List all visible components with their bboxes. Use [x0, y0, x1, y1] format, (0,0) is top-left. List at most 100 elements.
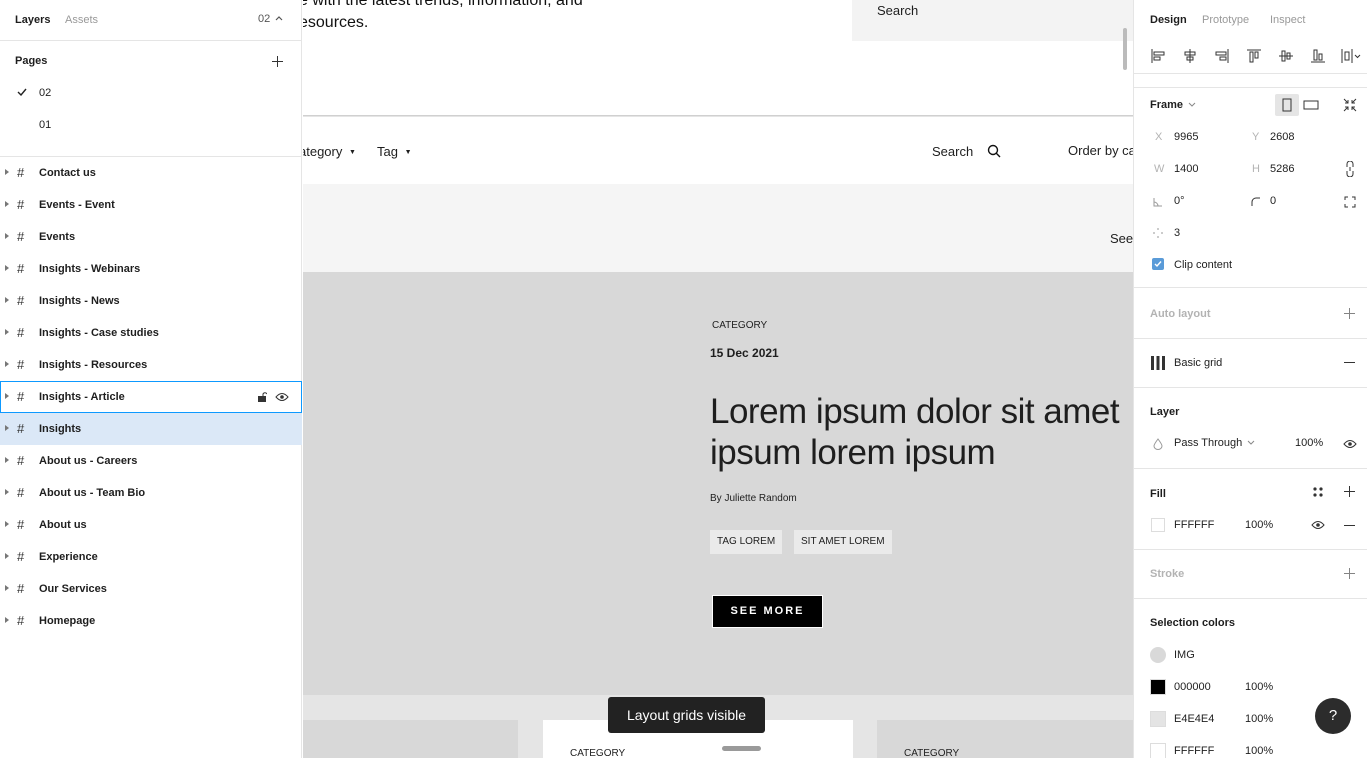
layer-item[interactable]: # Events	[0, 221, 302, 253]
expand-arrow-icon[interactable]	[5, 553, 9, 559]
canvas[interactable]: e with the latest trends, information, a…	[303, 0, 1133, 758]
layer-item[interactable]: # Insights - Article	[0, 381, 302, 413]
expand-arrow-icon[interactable]	[5, 521, 9, 527]
add-fill-icon[interactable]	[1344, 486, 1355, 497]
align-right-icon[interactable]	[1214, 48, 1230, 64]
layer-item[interactable]: # About us - Careers	[0, 445, 302, 477]
eye-icon[interactable]	[1311, 520, 1325, 530]
expand-arrow-icon[interactable]	[5, 457, 9, 463]
radius-field[interactable]: 0	[1270, 195, 1276, 207]
eye-icon[interactable]	[275, 392, 289, 402]
align-left-icon[interactable]	[1150, 48, 1166, 64]
align-horizontal-center-icon[interactable]	[1182, 48, 1198, 64]
tag-chip[interactable]: SIT AMET LOREM	[794, 530, 892, 554]
landscape-icon[interactable]	[1303, 99, 1319, 111]
align-top-icon[interactable]	[1246, 48, 1262, 64]
help-button[interactable]: ?	[1315, 698, 1351, 734]
image-swatch[interactable]	[1150, 647, 1166, 663]
color-swatch[interactable]	[1150, 743, 1166, 758]
expand-arrow-icon[interactable]	[5, 169, 9, 175]
remove-grid-icon[interactable]	[1344, 362, 1355, 363]
filter-category[interactable]: ategory ▼	[303, 144, 356, 159]
filter-search[interactable]: Search	[932, 144, 1001, 159]
layer-item[interactable]: # About us	[0, 509, 302, 541]
see-more-button[interactable]: SEE MORE	[712, 595, 823, 628]
layer-item[interactable]: # Our Services	[0, 573, 302, 605]
page-item-01[interactable]: 01	[0, 109, 302, 141]
expand-arrow-icon[interactable]	[5, 297, 9, 303]
frame-selector[interactable]: Frame	[1150, 99, 1196, 111]
w-field[interactable]: 1400	[1174, 163, 1198, 175]
color-swatch[interactable]	[1150, 679, 1166, 695]
canvas-scrollbar[interactable]	[1123, 28, 1127, 70]
tab-layers[interactable]: Layers	[15, 14, 50, 26]
expand-arrow-icon[interactable]	[5, 329, 9, 335]
expand-arrow-icon[interactable]	[5, 617, 9, 623]
layer-item[interactable]: # Insights - Case studies	[0, 317, 302, 349]
selection-color-row[interactable]: 000000 100%	[1134, 679, 1367, 699]
tab-assets[interactable]: Assets	[65, 14, 98, 26]
tab-prototype[interactable]: Prototype	[1202, 14, 1249, 26]
clip-content-checkbox[interactable]	[1152, 258, 1164, 270]
expand-arrow-icon[interactable]	[5, 201, 9, 207]
collapse-icon[interactable]	[1343, 98, 1357, 112]
expand-arrow-icon[interactable]	[5, 233, 9, 239]
layer-opacity-field[interactable]: 100%	[1295, 437, 1323, 449]
layer-item[interactable]: # Insights - News	[0, 285, 302, 317]
current-page-selector[interactable]: 02	[258, 13, 283, 25]
selection-color-row[interactable]: IMG	[1134, 647, 1367, 667]
corner-smoothing-field[interactable]: 3	[1174, 227, 1180, 239]
tag-chip[interactable]: TAG LOREM	[710, 530, 783, 554]
constrain-proportions-icon[interactable]	[1345, 161, 1355, 177]
style-grid-icon[interactable]	[1312, 486, 1324, 498]
filter-tag[interactable]: Tag ▼	[377, 144, 412, 159]
layer-item[interactable]: # Insights - Webinars	[0, 253, 302, 285]
expand-arrow-icon[interactable]	[5, 361, 9, 367]
y-field[interactable]: 2608	[1270, 131, 1294, 143]
color-swatch[interactable]	[1150, 711, 1166, 727]
h-field[interactable]: 5286	[1270, 163, 1294, 175]
distribute-icon[interactable]	[1340, 48, 1362, 64]
selection-color-row[interactable]: FFFFFF 100%	[1134, 743, 1367, 758]
portrait-toggle[interactable]	[1275, 94, 1299, 116]
basic-grid-label[interactable]: Basic grid	[1174, 357, 1222, 369]
order-by[interactable]: Order by ca	[1068, 143, 1133, 158]
grid-icon[interactable]	[1150, 355, 1166, 371]
expand-arrow-icon[interactable]	[5, 425, 9, 431]
align-vertical-center-icon[interactable]	[1278, 48, 1294, 64]
add-page-icon[interactable]	[272, 56, 283, 67]
selection-color-opacity[interactable]: 100%	[1245, 681, 1273, 693]
fill-opacity-field[interactable]: 100%	[1245, 519, 1273, 531]
remove-fill-icon[interactable]	[1344, 525, 1355, 526]
independent-corners-icon[interactable]	[1344, 196, 1356, 208]
add-auto-layout-icon[interactable]	[1344, 308, 1355, 319]
rotation-field[interactable]: 0°	[1174, 195, 1185, 207]
layer-item[interactable]: # Homepage	[0, 605, 302, 637]
layer-item[interactable]: # Insights	[0, 413, 302, 445]
blend-mode-select[interactable]: Pass Through	[1174, 437, 1255, 449]
layer-item[interactable]: # Experience	[0, 541, 302, 573]
layer-item[interactable]: # About us - Team Bio	[0, 477, 302, 509]
selection-color-opacity[interactable]: 100%	[1245, 745, 1273, 757]
tab-inspect[interactable]: Inspect	[1270, 14, 1305, 26]
layer-item[interactable]: # Events - Event	[0, 189, 302, 221]
selection-color-opacity[interactable]: 100%	[1245, 713, 1273, 725]
layer-item[interactable]: # Contact us	[0, 157, 302, 189]
expand-arrow-icon[interactable]	[5, 489, 9, 495]
fill-swatch[interactable]	[1151, 518, 1165, 532]
align-bottom-icon[interactable]	[1310, 48, 1326, 64]
expand-arrow-icon[interactable]	[5, 585, 9, 591]
fill-hex-field[interactable]: FFFFFF	[1174, 519, 1214, 531]
expand-arrow-icon[interactable]	[5, 393, 9, 399]
horizontal-scrollbar[interactable]	[722, 746, 761, 751]
search-box[interactable]: Search	[852, 0, 1133, 41]
eye-icon[interactable]	[1343, 439, 1357, 449]
tab-design[interactable]: Design	[1150, 14, 1187, 26]
expand-arrow-icon[interactable]	[5, 265, 9, 271]
unlock-icon[interactable]	[257, 391, 267, 403]
page-item-02[interactable]: 02	[0, 77, 302, 109]
see-link[interactable]: See	[1110, 231, 1133, 246]
add-stroke-icon[interactable]	[1344, 568, 1355, 579]
layer-item[interactable]: # Insights - Resources	[0, 349, 302, 381]
x-field[interactable]: 9965	[1174, 131, 1198, 143]
